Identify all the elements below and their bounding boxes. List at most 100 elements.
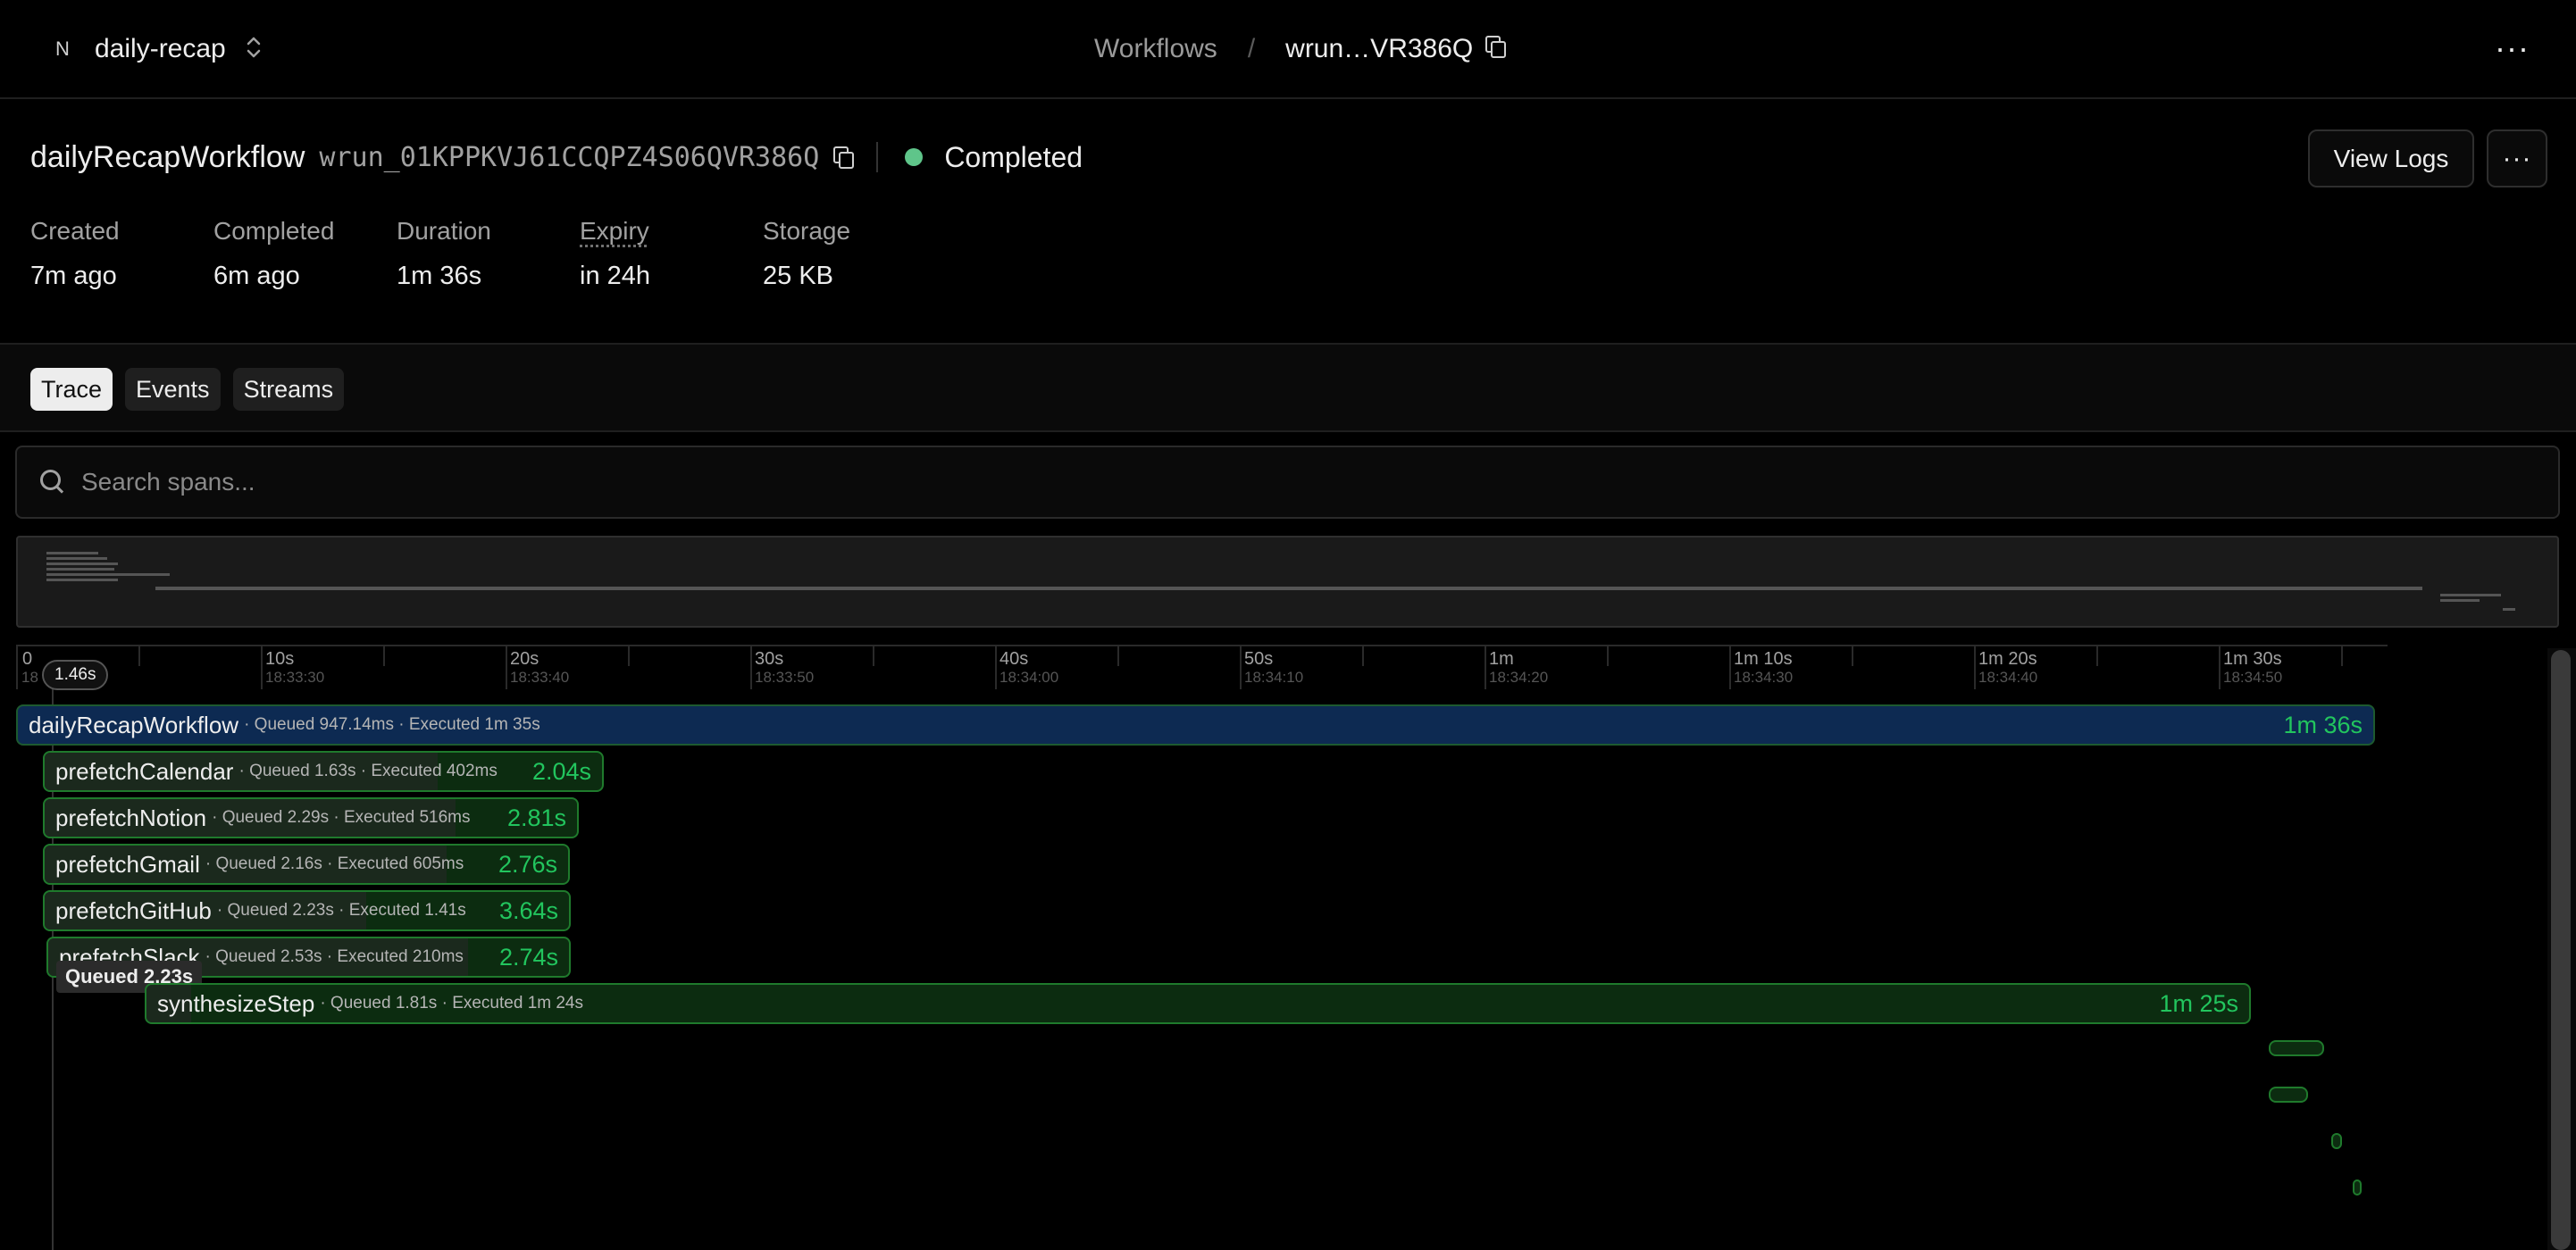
tick <box>2096 646 2098 666</box>
meta-value: 25 KB <box>763 262 833 290</box>
project-switcher[interactable]: N daily-recap <box>50 30 262 68</box>
span-duration: 2.81s <box>506 804 566 831</box>
tick <box>506 646 507 689</box>
meta-label: Duration <box>397 217 491 245</box>
span-prefetchGitHub[interactable]: prefetchGitHub · Queued 2.23s · Executed… <box>43 890 571 931</box>
meta-label-expiry[interactable]: Expiry <box>580 217 763 251</box>
timeline-ruler: 0 18 10s 18:33:30 20s 18:33:40 30s 18:33… <box>16 645 2388 689</box>
tick-sublabel: 18:34:10 <box>1244 669 1304 686</box>
breadcrumb-separator: / <box>1247 34 1256 63</box>
tick-label: 0 <box>22 649 33 669</box>
tick <box>16 646 18 689</box>
tick <box>138 646 140 666</box>
span-name: synthesizeStep <box>157 989 315 1017</box>
span-duration: 1m 36s <box>2283 711 2363 738</box>
tick-label: 20s <box>510 649 539 669</box>
breadcrumb-workflows[interactable]: Workflows <box>1094 34 1217 64</box>
span-name: prefetchNotion <box>55 804 207 831</box>
tick-sublabel: 18:34:50 <box>2223 669 2283 686</box>
tick <box>2219 646 2221 689</box>
cursor-time-badge: 1.46s <box>42 660 109 690</box>
tick-sublabel: 18:34:30 <box>1734 669 1794 686</box>
span-prefetchGmail[interactable]: prefetchGmail · Queued 2.16s · Executed … <box>43 844 570 885</box>
run-id: wrun_01KPPKVJ61CCQPZ4S06QVR386Q <box>319 141 820 173</box>
span-duration: 2.04s <box>531 757 591 785</box>
tick-sublabel: 18:34:00 <box>999 669 1059 686</box>
tick <box>1485 646 1486 689</box>
tick <box>383 646 385 666</box>
copy-icon[interactable] <box>1485 36 1507 58</box>
meta-label: Completed <box>213 217 335 245</box>
span-duration: 1m 25s <box>2159 989 2238 1017</box>
tick-sublabel: 18:33:30 <box>265 669 325 686</box>
copy-run-id-icon[interactable] <box>833 146 855 169</box>
span-duration: 2.76s <box>498 850 557 878</box>
tab-trace[interactable]: Trace <box>30 368 113 411</box>
search-input[interactable] <box>81 468 2493 496</box>
span-name: prefetchGitHub <box>55 896 212 924</box>
meta-duration: Duration 1m 36s <box>397 217 580 291</box>
chevrons-up-down-icon <box>246 35 262 63</box>
search-icon <box>40 470 65 495</box>
meta-label: Created <box>30 217 120 245</box>
more-horizontal-icon[interactable]: ··· <box>2495 32 2530 64</box>
meta-storage: Storage 25 KB <box>763 217 946 291</box>
mini-span[interactable] <box>2353 1179 2362 1196</box>
tick <box>1974 646 1976 689</box>
tick <box>1852 646 1853 666</box>
status-dot-icon <box>905 148 924 166</box>
span-synthesizeStep[interactable]: synthesizeStep · Queued 1.81s · Executed… <box>145 983 2251 1024</box>
tick <box>628 646 630 666</box>
tick <box>995 646 997 689</box>
span-prefetchNotion[interactable]: prefetchNotion · Queued 2.29s · Executed… <box>43 797 579 838</box>
span-detail: · Queued 947.14ms · Executed 1m 35s <box>244 715 540 734</box>
project-logo-icon: N <box>55 38 70 60</box>
divider <box>876 142 879 172</box>
tick-sublabel: 18 <box>21 669 38 686</box>
mini-span[interactable] <box>2331 1133 2342 1149</box>
meta-value: in 24h <box>580 262 651 290</box>
tick-label: 30s <box>755 649 784 669</box>
span-detail: · Queued 2.29s · Executed 516ms <box>212 808 471 827</box>
span-detail: · Queued 1.81s · Executed 1m 24s <box>320 994 583 1012</box>
span-name: prefetchCalendar <box>55 757 234 785</box>
tick-label: 10s <box>265 649 295 669</box>
search-bar <box>15 446 2560 519</box>
meta-value: 7m ago <box>30 262 117 290</box>
span-prefetchCalendar[interactable]: prefetchCalendar · Queued 1.63s · Execut… <box>43 751 604 792</box>
span-dailyRecapWorkflow[interactable]: dailyRecapWorkflow · Queued 947.14ms · E… <box>16 704 2375 746</box>
mini-span[interactable] <box>2269 1087 2308 1103</box>
meta-expiry: Expiry in 24h <box>580 217 763 291</box>
run-more-button[interactable]: ··· <box>2487 129 2547 188</box>
span-duration: 3.64s <box>498 896 558 924</box>
meta-created: Created 7m ago <box>30 217 213 291</box>
meta-label: Storage <box>763 217 851 245</box>
tick-sublabel: 18:33:40 <box>510 669 570 686</box>
tick <box>873 646 874 666</box>
scrollbar-thumb[interactable] <box>2551 650 2571 1250</box>
tick-label: 50s <box>1244 649 1274 669</box>
tick <box>750 646 752 689</box>
run-header: dailyRecapWorkflow wrun_01KPPKVJ61CCQPZ4… <box>30 134 1083 180</box>
project-name: daily-recap <box>95 34 226 63</box>
tick-label: 40s <box>999 649 1029 669</box>
tab-events[interactable]: Events <box>125 368 221 411</box>
mini-span[interactable] <box>2269 1040 2324 1056</box>
trace-minimap[interactable] <box>16 536 2559 628</box>
meta-completed: Completed 6m ago <box>213 217 397 291</box>
breadcrumb-run: wrun…VR386Q <box>1285 34 1507 64</box>
tick-label: 1m 10s <box>1734 649 1793 669</box>
tick <box>261 646 263 689</box>
tab-streams[interactable]: Streams <box>232 368 345 411</box>
view-logs-button[interactable]: View Logs <box>2308 129 2474 188</box>
tick-sublabel: 18:34:20 <box>1489 669 1549 686</box>
tick-sublabel: 18:33:50 <box>755 669 815 686</box>
meta-value: 6m ago <box>213 262 300 290</box>
top-bar: N daily-recap Workflows / wrun…VR386Q ··… <box>0 0 2576 99</box>
breadcrumb: Workflows / wrun…VR386Q <box>1094 30 1507 68</box>
status-badge: Completed <box>944 140 1083 173</box>
tabs: Trace Events Streams <box>30 368 345 411</box>
tick <box>1607 646 1609 666</box>
run-title: dailyRecapWorkflow <box>30 139 305 174</box>
tick-label: 1m <box>1489 649 1514 669</box>
